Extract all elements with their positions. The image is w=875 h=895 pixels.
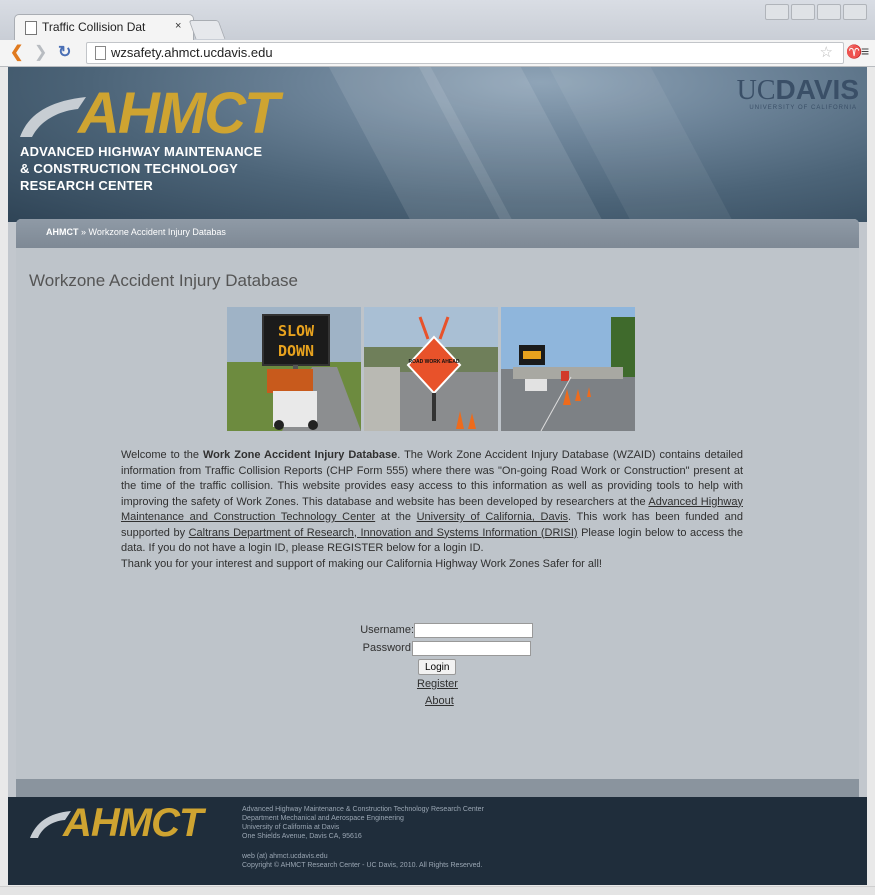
maximize-button[interactable] [817, 4, 841, 20]
url-text[interactable]: wzsafety.ahmct.ucdavis.edu [111, 45, 273, 60]
banner-images: SLOW DOWN ROAD WORK AHEAD [227, 307, 635, 431]
site-footer: AHMCT Advanced Highway Maintenance & Con… [8, 797, 867, 885]
footer-address: Advanced Highway Maintenance & Construct… [242, 805, 484, 841]
thank-you-text: Thank you for your interest and support … [121, 557, 602, 570]
uc-text: UC [736, 75, 776, 106]
breadcrumb-separator: » [78, 227, 89, 237]
database-name: Work Zone Accident Injury Database [202, 449, 398, 461]
web-page: AHMCT ADVANCED HIGHWAY MAINTENANCE & CON… [8, 67, 867, 885]
page-icon [95, 46, 106, 60]
forward-arrow-icon[interactable]: ❯ [34, 42, 47, 62]
logo-subtitle-line: ADVANCED HIGHWAY MAINTENANCE [20, 144, 263, 159]
sign-text: SLOW [278, 322, 315, 340]
new-tab-button[interactable] [188, 20, 226, 39]
browser-tab[interactable]: Traffic Collision Dat × [14, 14, 194, 41]
username-label: Username: [360, 624, 414, 636]
username-input[interactable] [414, 623, 533, 638]
logo-subtitle-line: & CONSTRUCTION TECHNOLOGY [20, 161, 239, 176]
road-work-sign-photo: ROAD WORK AHEAD [364, 307, 498, 431]
password-label: Password: [362, 642, 414, 654]
back-arrow-icon[interactable]: ❮ [10, 42, 23, 62]
browser-toolbar: ❮ ❯ ↻ wzsafety.ahmct.ucdavis.edu ☆ ♈ ≡ [0, 40, 875, 67]
address-bar[interactable]: wzsafety.ahmct.ucdavis.edu ☆ [86, 42, 844, 64]
minimize-button[interactable] [791, 4, 815, 20]
register-link[interactable]: Register [417, 678, 458, 690]
tab-title: Traffic Collision Dat [42, 20, 146, 34]
ahmct-logo[interactable]: AHMCT [78, 83, 279, 145]
menu-icon[interactable]: ≡ [861, 43, 869, 59]
site-header: AHMCT ADVANCED HIGHWAY MAINTENANCE & CON… [8, 67, 867, 222]
footer-email[interactable]: web (at) ahmct.ucdavis.edu [242, 852, 482, 861]
sign-text: DOWN [278, 342, 314, 360]
footer-copyright: Copyright © AHMCT Research Center - UC D… [242, 862, 483, 869]
about-link[interactable]: About [425, 695, 454, 707]
breadcrumb: AHMCT » Workzone Accident Injury Databas [16, 219, 859, 248]
footer-copyright-block: web (at) ahmct.ucdavis.edu Copyright © A… [242, 852, 482, 870]
page-icon [25, 21, 37, 35]
uc-davis-link[interactable]: University of California, Davis [417, 511, 568, 523]
breadcrumb-trail: AHMCT » Workzone Accident Injury Databas [46, 227, 226, 237]
intro-text: Welcome to the Work Zone Accident Injury… [121, 448, 743, 572]
intro-text-fragment: Welcome to the [121, 449, 203, 461]
intro-text-fragment: at the [375, 511, 417, 523]
footer-band [16, 779, 859, 797]
caltrans-link[interactable]: Caltrans Department of Research, Innovat… [189, 527, 578, 539]
close-window-button[interactable] [843, 4, 867, 20]
login-button[interactable]: Login [418, 659, 457, 675]
close-tab-icon[interactable]: × [175, 20, 181, 32]
footer-ahmct-logo: AHMCT [63, 801, 203, 845]
footer-line: Department Mechanical and Aerospace Engi… [242, 815, 404, 822]
uc-davis-logo[interactable]: UCDAVIS [737, 75, 859, 106]
browser-tab-strip: Traffic Collision Dat × [0, 0, 875, 41]
breadcrumb-home-link[interactable]: AHMCT [46, 227, 79, 237]
logo-subtitle-line: RESEARCH CENTER [20, 178, 154, 193]
footer-line: One Shields Avenue, Davis CA, 95616 [242, 833, 362, 840]
user-icon[interactable] [765, 4, 789, 20]
slow-down-sign-photo: SLOW DOWN [227, 307, 361, 431]
sign-text: ROAD WORK AHEAD [409, 359, 460, 365]
uc-davis-subtitle: UNIVERSITY OF CALIFORNIA [749, 105, 857, 111]
footer-line: University of California at Davis [242, 824, 340, 831]
password-input[interactable] [412, 641, 531, 656]
highway-work-zone-photo [501, 307, 635, 431]
page-title: Workzone Accident Injury Database [29, 271, 298, 290]
footer-line: Advanced Highway Maintenance & Construct… [242, 806, 484, 813]
main-content: AHMCT » Workzone Accident Injury Databas… [16, 219, 859, 779]
davis-text: DAVIS [775, 74, 860, 105]
window-controls [765, 4, 867, 20]
bookmark-star-icon[interactable]: ☆ [820, 43, 833, 61]
ahmct-full-name: ADVANCED HIGHWAY MAINTENANCE & CONSTRUCT… [20, 143, 262, 194]
breadcrumb-current: Workzone Accident Injury Databas [88, 227, 226, 237]
reload-icon[interactable]: ↻ [58, 42, 71, 62]
extension-icon[interactable]: ♈ [846, 44, 862, 60]
